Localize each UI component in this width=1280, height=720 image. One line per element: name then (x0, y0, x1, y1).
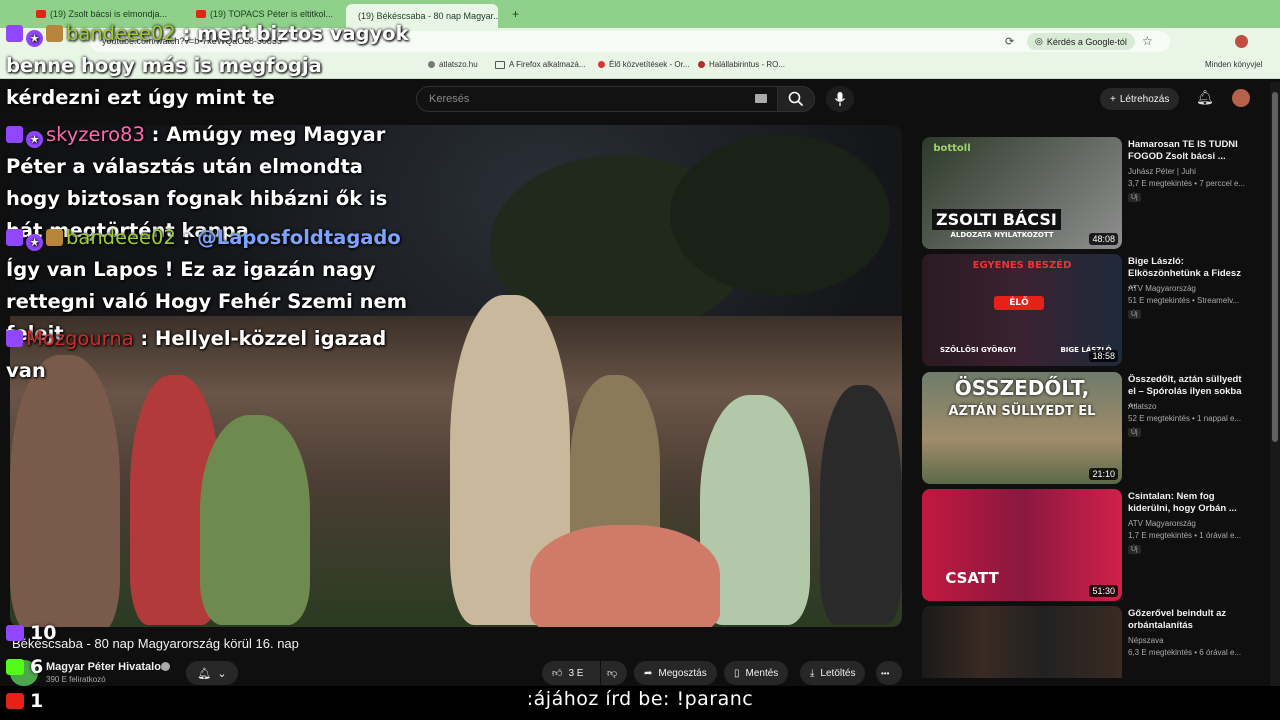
account-avatar[interactable] (1232, 89, 1250, 107)
ask-google-button[interactable]: ◎ Kérdés a Google-tól (1027, 33, 1135, 50)
twitch-icon (6, 625, 24, 641)
profile-avatar[interactable] (1235, 35, 1248, 48)
scene-tree (670, 135, 890, 295)
recommendation-card[interactable]: bottoll ZSOLTI BÁCSI ÁLDOZATA NYILATKOZO… (922, 137, 1258, 249)
plus-icon: + (1110, 93, 1116, 105)
subscriber-badge-icon (46, 25, 63, 42)
recommendation-card[interactable]: Gőzerővel beindult az orbántalanítás Nép… (922, 606, 1258, 678)
search-button[interactable] (777, 86, 815, 112)
install-icon[interactable]: ⟳ (1005, 35, 1014, 48)
bookmark-atlatszo[interactable]: atlatszo.hu (428, 60, 478, 69)
recommendation-card[interactable]: CSATT 51:30 Csintalan: Nem fog kiderülni… (922, 489, 1258, 601)
save-button[interactable]: ▯ Mentés (724, 661, 789, 685)
kick-icon (6, 659, 24, 675)
star-badge-icon: ★ (26, 30, 43, 47)
all-bookmarks-folder[interactable]: Minden könyvjel (1205, 60, 1262, 69)
chat-message: Mozgourna : Hellyel-közzel igazad van (6, 327, 387, 382)
twitch-viewer-counter: 10 (6, 622, 56, 644)
like-button[interactable]: 👍︎ 3 E (542, 661, 600, 685)
video-thumbnail[interactable]: EGYENES BESZÉD ÉLŐ SZŐLLŐSI GYÖRGYI BIGE… (922, 254, 1122, 366)
recommendation-card[interactable]: EGYENES BESZÉD ÉLŐ SZŐLLŐSI GYÖRGYI BIGE… (922, 254, 1258, 366)
recommendation-card[interactable]: ÖSSZEDŐLT, AZTÁN SÜLLYEDT EL 21:10 Össze… (922, 372, 1258, 484)
scrollbar-thumb[interactable] (1272, 92, 1278, 442)
youtube-favicon-icon (196, 10, 206, 18)
chat-message: ★ bandeee02 : mert biztos vagyok benne ho… (6, 22, 409, 109)
twitch-icon (6, 330, 23, 347)
thumbs-down-icon: 👎︎ (607, 668, 618, 679)
chevron-down-icon: ⌄ (217, 667, 227, 680)
twitch-icon (6, 25, 23, 42)
channel-name[interactable]: Magyar Péter Hivatalos (46, 661, 167, 673)
search-input[interactable]: Keresés (416, 86, 778, 112)
video-thumbnail[interactable]: ÖSSZEDŐLT, AZTÁN SÜLLYEDT EL 21:10 (922, 372, 1122, 484)
bookmark-star-icon[interactable]: ☆ (1142, 34, 1153, 48)
bookmark-firefox-folder[interactable]: A Firefox alkalmazá... (495, 60, 585, 69)
folder-icon (495, 60, 505, 69)
bookmark-halallabirintus[interactable]: Halállabirintus - RO... (698, 60, 785, 69)
google-lens-icon: ◎ (1035, 36, 1043, 46)
thumbs-up-icon: 👍︎ (552, 668, 563, 679)
scene-person (200, 415, 310, 625)
microphone-icon (834, 92, 846, 106)
scene-person (530, 525, 720, 627)
subscriber-badge-icon (46, 229, 63, 246)
notifications-icon[interactable]: 🔔︎ (1196, 89, 1214, 106)
dislike-button[interactable]: 👎︎ (601, 661, 627, 685)
bookmark-icon: ▯ (734, 667, 740, 679)
command-ticker: :ájához írd be: !paranc (526, 688, 754, 710)
scene-person (820, 385, 902, 625)
subscription-bell-button[interactable]: 🔔︎ ⌄ (186, 661, 238, 685)
video-thumbnail[interactable]: CSATT 51:30 (922, 489, 1122, 601)
download-button[interactable]: ⤓ Letöltés (800, 661, 866, 685)
twitch-icon (6, 229, 23, 246)
youtube-favicon-icon (36, 10, 46, 18)
create-button[interactable]: + Létrehozás (1100, 88, 1180, 110)
download-icon: ⤓ (810, 667, 815, 679)
search-icon (788, 91, 804, 107)
kick-viewer-counter: 6 (6, 656, 43, 678)
share-button[interactable]: ➦ Megosztás (634, 661, 717, 685)
site-favicon-icon (428, 61, 435, 68)
bell-icon: 🔔︎ (197, 667, 212, 680)
site-favicon-icon (698, 61, 705, 68)
site-favicon-icon (598, 61, 605, 68)
twitch-icon (6, 126, 23, 143)
more-actions-button[interactable]: ••• (876, 661, 902, 685)
bookmark-live-streams[interactable]: Élő közvetítések - Or... (598, 60, 689, 69)
video-thumbnail[interactable]: bottoll ZSOLTI BÁCSI ÁLDOZATA NYILATKOZO… (922, 137, 1122, 249)
share-icon: ➦ (644, 667, 653, 679)
verified-icon (161, 662, 170, 671)
scene-person (10, 355, 120, 627)
star-badge-icon: ★ (26, 131, 43, 148)
keyboard-icon[interactable] (755, 94, 767, 103)
voice-search-button[interactable] (826, 86, 854, 112)
subscriber-count: 390 E feliratkozó (46, 675, 106, 684)
video-thumbnail[interactable] (922, 606, 1122, 678)
new-tab-button[interactable]: + (504, 4, 524, 24)
star-badge-icon: ★ (26, 234, 43, 251)
